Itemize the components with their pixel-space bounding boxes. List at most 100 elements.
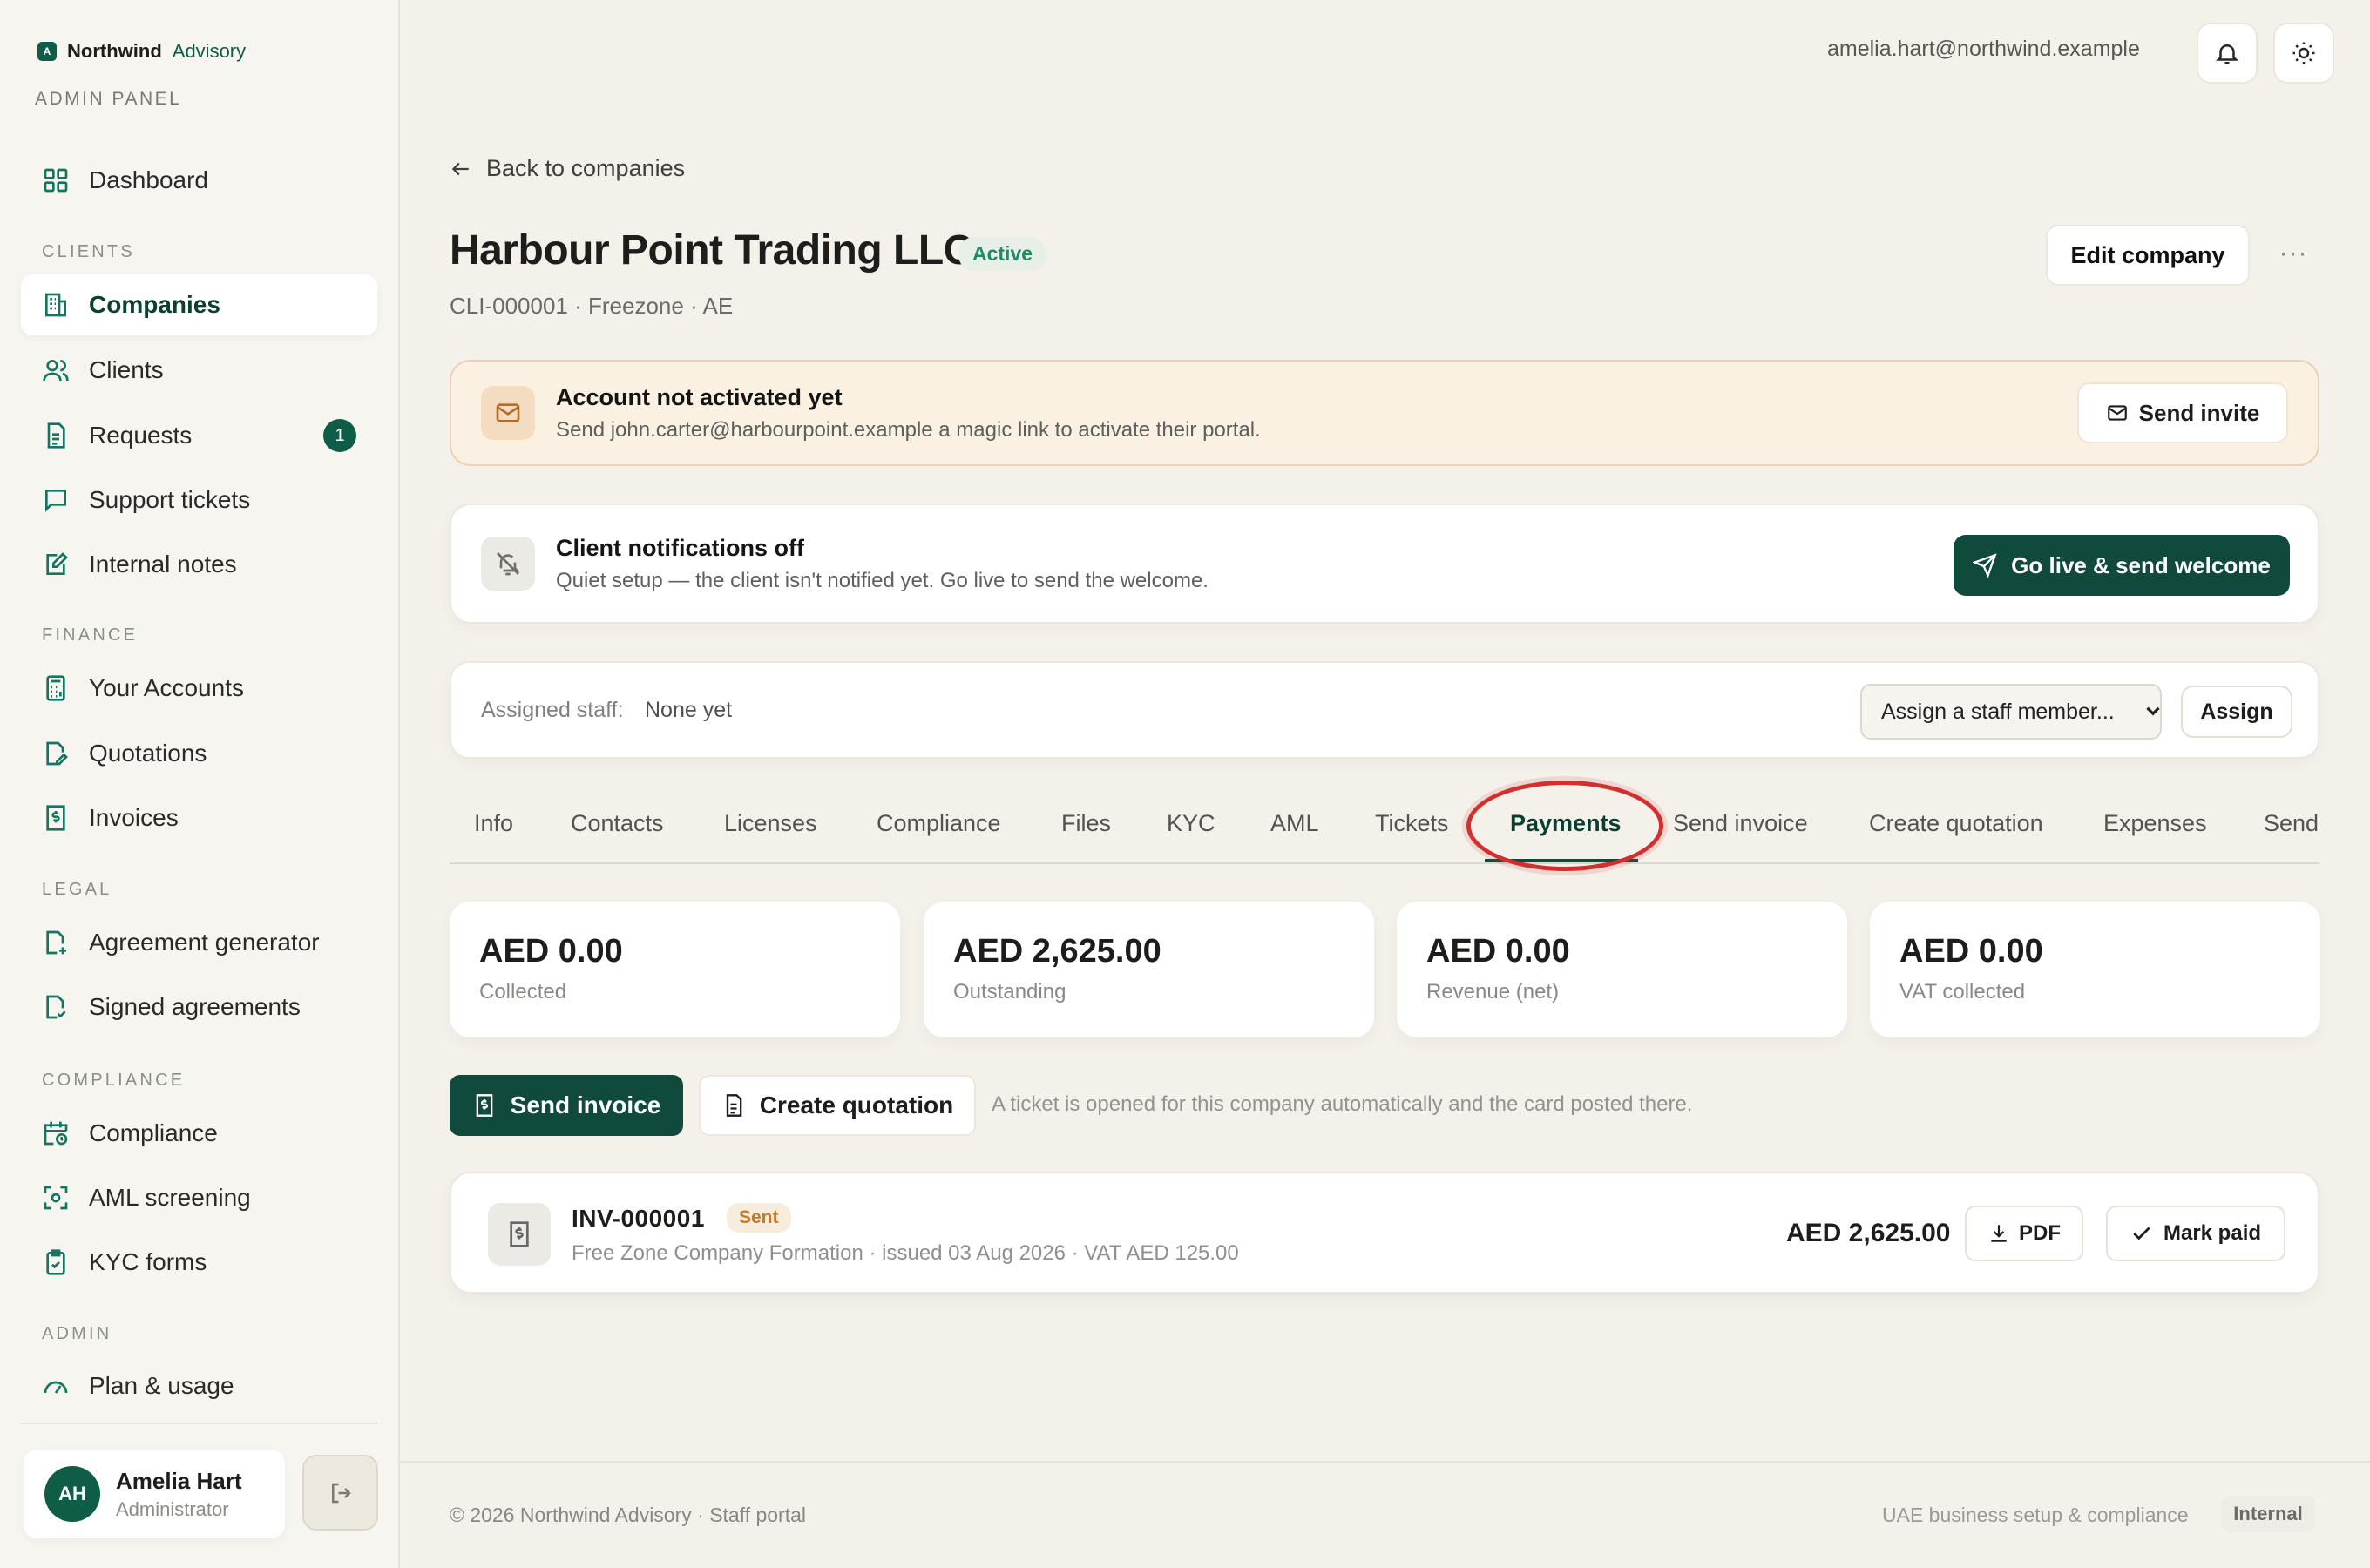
notifications-button[interactable] [2197,23,2258,84]
stat-value: AED 0.00 [1899,933,2043,970]
tab-send-invoice[interactable]: Send invoice [1673,810,1808,837]
bell-icon [2214,40,2240,66]
receipt-icon [488,1203,551,1266]
sidebar-item-compliance[interactable]: Compliance [21,1103,377,1164]
sidebar-item-label: Companies [89,291,220,318]
invoice-description: Free Zone Company Formation · issued 03 … [572,1241,1239,1265]
sidebar-item-label: Internal notes [89,551,237,578]
sidebar-item-label: KYC forms [89,1248,207,1275]
clipboard-check-icon [42,1248,70,1276]
logout-button[interactable] [302,1455,378,1531]
section-admin: ADMIN [42,1324,112,1343]
bell-off-icon [481,537,535,591]
invoice-status-badge: Sent [727,1203,791,1233]
send-invoice-label: Send invoice [510,1092,661,1119]
sidebar-item-dashboard[interactable]: Dashboard [21,150,377,211]
gauge-icon [42,1372,70,1400]
tab-info[interactable]: Info [474,810,513,837]
document-icon [721,1093,746,1118]
assigned-staff-label: Assigned staff: [481,698,624,722]
sidebar-item-aml-screening[interactable]: AML screening [21,1167,377,1228]
mark-paid-label: Mark paid [2163,1221,2262,1245]
stat-value: AED 0.00 [479,933,623,970]
tab-licenses[interactable]: Licenses [724,810,817,837]
sidebar-item-invoices[interactable]: Invoices [21,787,377,848]
tab-aml[interactable]: AML [1270,810,1319,837]
send-invoice-button[interactable]: Send invoice [450,1075,683,1136]
section-finance: FINANCE [42,625,139,645]
sidebar-item-support-tickets[interactable]: Support tickets [21,470,377,531]
notifications-alert-text: Quiet setup — the client isn't notified … [556,568,1209,592]
sidebar-item-label: Quotations [89,740,207,767]
send-invite-button[interactable]: Send invite [2077,382,2288,443]
receipt-icon [472,1093,497,1118]
more-options-button[interactable]: ··· [2272,235,2314,272]
back-to-companies-link[interactable]: Back to companies [450,155,685,182]
stat-card-vat: AED 0.00 VAT collected [1870,902,2320,1037]
stat-value: AED 0.00 [1426,933,1570,970]
sidebar-item-plan-usage[interactable]: Plan & usage [21,1355,377,1416]
tab-contacts[interactable]: Contacts [571,810,664,837]
sidebar-item-your-accounts[interactable]: Your Accounts [21,658,377,719]
activation-alert-text: Send john.carter@harbourpoint.example a … [556,417,1261,442]
sidebar-item-label: Signed agreements [89,993,301,1020]
go-live-label: Go live & send welcome [2011,551,2271,578]
create-quotation-label: Create quotation [759,1092,954,1119]
tab-kyc[interactable]: KYC [1167,810,1215,837]
stat-label: Revenue (net) [1426,980,1560,1004]
sidebar-item-agreement-generator[interactable]: Agreement generator [21,912,377,973]
logout-icon [328,1480,354,1506]
company-meta: CLI-000001 · Freezone · AE [450,293,734,319]
sidebar-divider [21,1423,377,1424]
stat-card-revenue: AED 0.00 Revenue (net) [1397,902,1847,1037]
create-quotation-button[interactable]: Create quotation [699,1075,976,1136]
grid-icon [42,166,70,194]
receipt-icon [42,804,70,832]
download-pdf-button[interactable]: PDF [1965,1206,2083,1261]
page-title: Harbour Point Trading LLC [450,227,973,274]
sidebar-item-label: Support tickets [89,486,251,513]
tab-tickets[interactable]: Tickets [1375,810,1449,837]
sidebar-item-clients[interactable]: Clients [21,340,377,401]
assign-button[interactable]: Assign [2181,686,2292,738]
stat-label: Collected [479,980,567,1004]
user-card[interactable]: AH Amelia Hart Administrator [24,1450,285,1538]
more-icon: ··· [2279,239,2308,267]
pdf-label: PDF [2019,1221,2061,1245]
sun-icon [2291,40,2317,66]
activation-alert-title: Account not activated yet [556,383,843,410]
tab-send[interactable]: Send [2264,810,2319,837]
brand[interactable]: A Northwind Advisory [37,40,246,63]
brand-suffix: Advisory [172,40,247,62]
file-check-icon [42,993,70,1021]
sidebar-item-requests[interactable]: Requests 1 [21,405,377,466]
assigned-staff-panel: Assigned staff: None yet Assign a staff … [450,661,2319,759]
footer-internal-badge: Internal [2221,1496,2315,1532]
tab-compliance[interactable]: Compliance [877,810,1001,837]
sidebar-item-companies[interactable]: Companies [21,274,377,335]
tab-files[interactable]: Files [1061,810,1111,837]
go-live-button[interactable]: Go live & send welcome [1954,535,2290,596]
theme-toggle-button[interactable] [2273,23,2334,84]
file-plus-icon [42,929,70,956]
tab-expenses[interactable]: Expenses [2103,810,2207,837]
chat-icon [42,486,70,514]
sidebar-item-label: AML screening [89,1184,251,1211]
invoice-amount: AED 2,625.00 [1786,1219,1951,1247]
edit-company-button[interactable]: Edit company [2046,225,2250,286]
sidebar-item-internal-notes[interactable]: Internal notes [21,534,377,595]
sidebar-item-signed-agreements[interactable]: Signed agreements [21,977,377,1037]
stat-card-collected: AED 0.00 Collected [450,902,900,1037]
stat-value: AED 2,625.00 [953,933,1161,970]
sidebar-item-label: Agreement generator [89,929,320,956]
sidebar-item-quotations[interactable]: Quotations [21,723,377,784]
tab-create-quotation[interactable]: Create quotation [1869,810,2043,837]
admin-panel-label: ADMIN PANEL [35,89,182,109]
section-clients: CLIENTS [42,242,135,261]
user-email: amelia.hart@northwind.example [1827,37,2140,61]
invoice-number[interactable]: INV-000001 [572,1205,705,1233]
staff-member-select[interactable]: Assign a staff member... [1860,684,2162,740]
sidebar-item-label: Dashboard [89,166,208,193]
sidebar-item-kyc-forms[interactable]: KYC forms [21,1232,377,1293]
mark-paid-button[interactable]: Mark paid [2106,1206,2285,1261]
